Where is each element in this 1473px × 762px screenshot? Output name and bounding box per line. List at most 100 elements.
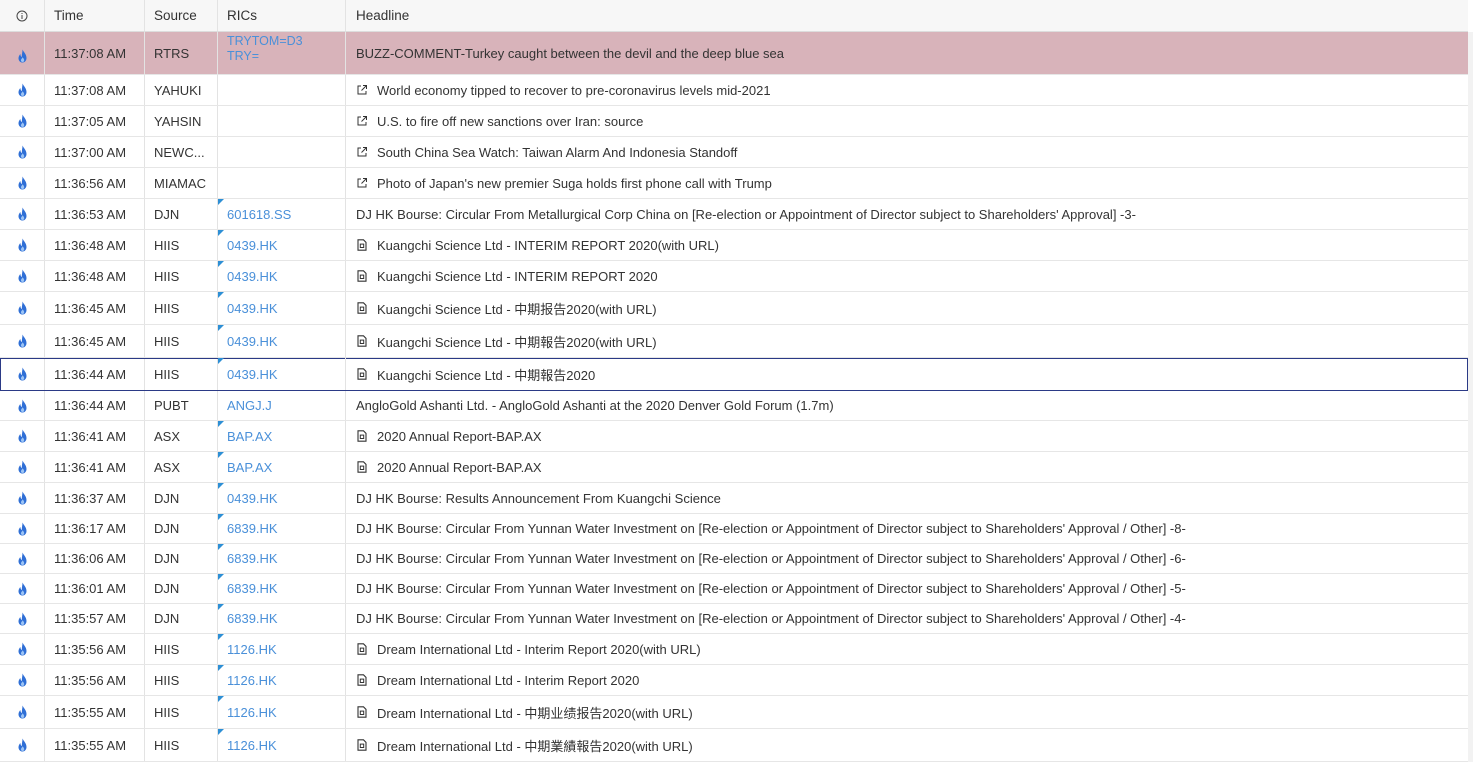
table-row[interactable]: 11:36:37 AM DJN 0439.HK DJ HK Bourse: Resul… — [0, 483, 1468, 514]
ric-cell[interactable]: ANGJ.J — [218, 391, 346, 420]
ric-link[interactable]: TRYTOM=D3 — [227, 34, 303, 49]
ric-link[interactable]: 0439.HK — [227, 238, 278, 253]
ric-cell[interactable]: 0439.HK — [218, 325, 346, 357]
ric-cell[interactable]: 1126.HK — [218, 665, 346, 695]
ric-link[interactable]: 6839.HK — [227, 581, 278, 596]
headline-text[interactable]: U.S. to fire off new sanctions over Iran… — [377, 114, 643, 129]
table-row[interactable]: 11:37:08 AM YAHUKI World economy tipped to… — [0, 75, 1468, 106]
ric-link[interactable]: 6839.HK — [227, 611, 278, 626]
headline-cell[interactable]: Kuangchi Science Ltd - 中期報告2020 — [346, 358, 1468, 390]
ric-link[interactable]: 1126.HK — [227, 738, 277, 753]
ric-cell[interactable]: 0439.HK — [218, 230, 346, 260]
headline-text[interactable]: 2020 Annual Report-BAP.AX — [377, 460, 542, 475]
headline-cell[interactable]: World economy tipped to recover to pre-c… — [346, 75, 1468, 105]
headline-text[interactable]: Photo of Japan's new premier Suga holds … — [377, 176, 772, 191]
column-header-rics[interactable]: RICs — [218, 0, 346, 31]
table-row[interactable]: 11:35:56 AM HIIS 1126.HK Dream Internationa… — [0, 634, 1468, 665]
column-header-source[interactable]: Source — [145, 0, 218, 31]
headline-text[interactable]: Kuangchi Science Ltd - INTERIM REPORT 20… — [377, 238, 719, 253]
ric-link[interactable]: 0439.HK — [227, 301, 278, 316]
table-row[interactable]: 11:36:41 AM ASX BAP.AX 2020 Annual Report-B… — [0, 452, 1468, 483]
headline-cell[interactable]: Kuangchi Science Ltd - 中期报告2020(with URL… — [346, 292, 1468, 324]
headline-text[interactable]: DJ HK Bourse: Results Announcement From … — [356, 491, 721, 506]
headline-cell[interactable]: Dream International Ltd - 中期业绩报告2020(wit… — [346, 696, 1468, 728]
ric-cell[interactable]: 0439.HK — [218, 483, 346, 513]
headline-cell[interactable]: DJ HK Bourse: Circular From Yunnan Water… — [346, 604, 1468, 633]
headline-text[interactable]: Dream International Ltd - 中期業績報告2020(wit… — [377, 736, 693, 755]
headline-text[interactable]: Dream International Ltd - Interim Report… — [377, 673, 639, 688]
table-row[interactable]: 11:37:08 AM RTRS TRYTOM=D3 TRY= BUZZ-COMMENT… — [0, 32, 1468, 75]
table-row[interactable]: 11:35:55 AM HIIS 1126.HK Dream Internationa… — [0, 729, 1468, 762]
headline-cell[interactable]: Kuangchi Science Ltd - INTERIM REPORT 20… — [346, 230, 1468, 260]
ric-link[interactable]: ANGJ.J — [227, 398, 272, 413]
headline-text[interactable]: DJ HK Bourse: Circular From Metallurgica… — [356, 207, 1136, 222]
ric-cell[interactable]: 6839.HK — [218, 574, 346, 603]
headline-text[interactable]: Kuangchi Science Ltd - INTERIM REPORT 20… — [377, 269, 658, 284]
ric-link[interactable]: BAP.AX — [227, 429, 272, 444]
headline-text[interactable]: 2020 Annual Report-BAP.AX — [377, 429, 542, 444]
table-row[interactable]: 11:36:41 AM ASX BAP.AX 2020 Annual Report-B… — [0, 421, 1468, 452]
headline-cell[interactable]: BUZZ-COMMENT-Turkey caught between the d… — [346, 32, 1468, 74]
ric-cell[interactable]: TRYTOM=D3 TRY= — [218, 32, 346, 74]
ric-cell[interactable]: 0439.HK — [218, 358, 346, 390]
headline-cell[interactable]: DJ HK Bourse: Circular From Metallurgica… — [346, 199, 1468, 229]
ric-cell[interactable]: 601618.SS — [218, 199, 346, 229]
table-row[interactable]: 11:36:06 AM DJN 6839.HK DJ HK Bourse: Circu… — [0, 544, 1468, 574]
ric-link[interactable]: 1126.HK — [227, 705, 277, 720]
ric-cell[interactable]: 0439.HK — [218, 261, 346, 291]
ric-cell[interactable]: 6839.HK — [218, 544, 346, 573]
table-row[interactable]: 11:37:00 AM NEWC... South China Sea Watch:… — [0, 137, 1468, 168]
headline-cell[interactable]: 2020 Annual Report-BAP.AX — [346, 452, 1468, 482]
ric-cell[interactable]: BAP.AX — [218, 452, 346, 482]
table-row[interactable]: 11:36:44 AM HIIS 0439.HK Kuangchi Science L… — [0, 358, 1468, 391]
headline-cell[interactable]: South China Sea Watch: Taiwan Alarm And … — [346, 137, 1468, 167]
headline-cell[interactable]: Kuangchi Science Ltd - INTERIM REPORT 20… — [346, 261, 1468, 291]
headline-text[interactable]: South China Sea Watch: Taiwan Alarm And … — [377, 145, 737, 160]
headline-cell[interactable]: DJ HK Bourse: Circular From Yunnan Water… — [346, 514, 1468, 543]
headline-cell[interactable]: AngloGold Ashanti Ltd. - AngloGold Ashan… — [346, 391, 1468, 420]
headline-text[interactable]: BUZZ-COMMENT-Turkey caught between the d… — [356, 46, 784, 61]
headline-cell[interactable]: Dream International Ltd - Interim Report… — [346, 665, 1468, 695]
ric-link[interactable]: TRY= — [227, 49, 303, 64]
headline-text[interactable]: DJ HK Bourse: Circular From Yunnan Water… — [356, 521, 1186, 536]
table-row[interactable]: 11:36:56 AM MIAMAC Photo of Japan's new pr… — [0, 168, 1468, 199]
ric-cell[interactable]: BAP.AX — [218, 421, 346, 451]
column-header-info[interactable] — [0, 0, 45, 31]
table-row[interactable]: 11:36:44 AM PUBT ANGJ.J AngloGold Ashanti L… — [0, 391, 1468, 421]
ric-link[interactable]: 0439.HK — [227, 334, 278, 349]
headline-text[interactable]: AngloGold Ashanti Ltd. - AngloGold Ashan… — [356, 398, 834, 413]
ric-link[interactable]: BAP.AX — [227, 460, 272, 475]
ric-cell[interactable]: 1126.HK — [218, 729, 346, 761]
column-header-time[interactable]: Time — [45, 0, 145, 31]
table-row[interactable]: 11:36:45 AM HIIS 0439.HK Kuangchi Science L… — [0, 325, 1468, 358]
table-row[interactable]: 11:36:53 AM DJN 601618.SS DJ HK Bourse: Cir… — [0, 199, 1468, 230]
table-row[interactable]: 11:35:56 AM HIIS 1126.HK Dream Internationa… — [0, 665, 1468, 696]
headline-text[interactable]: Dream International Ltd - 中期业绩报告2020(wit… — [377, 703, 693, 722]
ric-cell[interactable]: 1126.HK — [218, 634, 346, 664]
ric-link[interactable]: 0439.HK — [227, 269, 278, 284]
vertical-scrollbar[interactable] — [1468, 32, 1473, 762]
table-row[interactable]: 11:36:45 AM HIIS 0439.HK Kuangchi Science L… — [0, 292, 1468, 325]
headline-cell[interactable]: Dream International Ltd - Interim Report… — [346, 634, 1468, 664]
ric-cell[interactable]: 6839.HK — [218, 604, 346, 633]
table-row[interactable]: 11:36:48 AM HIIS 0439.HK Kuangchi Science L… — [0, 261, 1468, 292]
headline-cell[interactable]: 2020 Annual Report-BAP.AX — [346, 421, 1468, 451]
table-row[interactable]: 11:36:01 AM DJN 6839.HK DJ HK Bourse: Circu… — [0, 574, 1468, 604]
ric-link[interactable]: 601618.SS — [227, 207, 291, 222]
ric-link[interactable]: 0439.HK — [227, 367, 278, 382]
ric-cell[interactable]: 6839.HK — [218, 514, 346, 543]
headline-cell[interactable]: Kuangchi Science Ltd - 中期報告2020(with URL… — [346, 325, 1468, 357]
column-header-headline[interactable]: Headline — [346, 0, 1468, 31]
headline-text[interactable]: Kuangchi Science Ltd - 中期報告2020 — [377, 365, 595, 384]
headline-cell[interactable]: DJ HK Bourse: Circular From Yunnan Water… — [346, 574, 1468, 603]
ric-link[interactable]: 1126.HK — [227, 673, 277, 688]
headline-text[interactable]: Kuangchi Science Ltd - 中期報告2020(with URL… — [377, 332, 657, 351]
headline-text[interactable]: DJ HK Bourse: Circular From Yunnan Water… — [356, 551, 1186, 566]
table-row[interactable]: 11:36:48 AM HIIS 0439.HK Kuangchi Science L… — [0, 230, 1468, 261]
ric-cell[interactable]: 1126.HK — [218, 696, 346, 728]
table-row[interactable]: 11:35:57 AM DJN 6839.HK DJ HK Bourse: Circu… — [0, 604, 1468, 634]
headline-text[interactable]: World economy tipped to recover to pre-c… — [377, 83, 771, 98]
headline-text[interactable]: Kuangchi Science Ltd - 中期报告2020(with URL… — [377, 299, 657, 318]
ric-link[interactable]: 0439.HK — [227, 491, 278, 506]
ric-cell[interactable]: 0439.HK — [218, 292, 346, 324]
